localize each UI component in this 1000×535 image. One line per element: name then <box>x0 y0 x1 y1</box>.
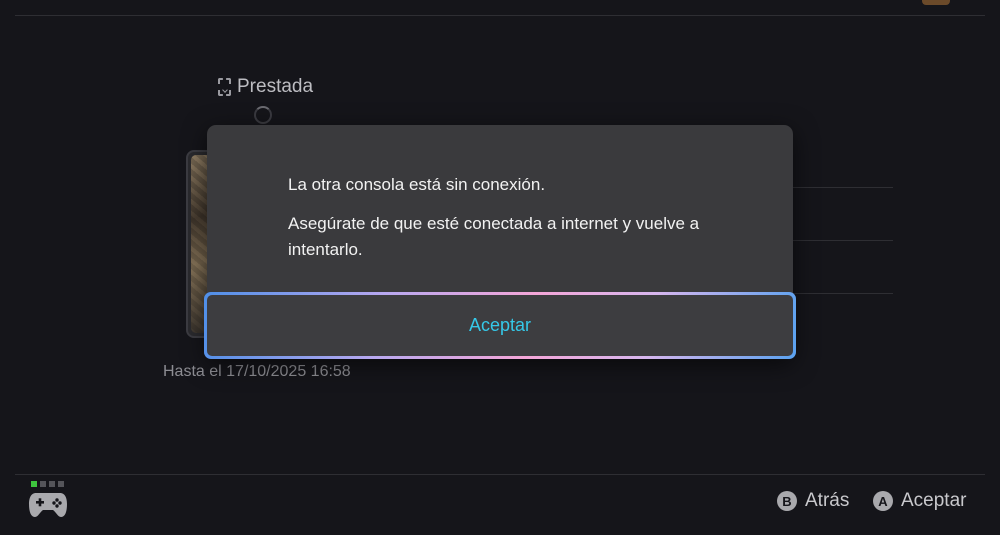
controller-icon <box>29 493 67 517</box>
player-dot-4 <box>58 481 64 487</box>
user-avatar[interactable] <box>922 0 950 5</box>
dialog-accept-button-surface: Aceptar <box>207 295 793 356</box>
loan-tag-icon <box>218 78 231 96</box>
controller-status[interactable] <box>28 481 68 523</box>
list-divider <box>792 240 893 241</box>
back-hint-label: Atrás <box>805 490 850 511</box>
dialog-accept-button[interactable]: Aceptar <box>204 292 796 359</box>
accept-hint[interactable]: A Aceptar <box>873 490 966 512</box>
player-indicator <box>31 481 68 487</box>
dialog-accept-label: Aceptar <box>468 315 532 335</box>
a-button-icon: A <box>873 491 893 511</box>
loan-status-label: Prestada <box>237 76 314 97</box>
player-dot-2 <box>40 481 46 487</box>
dialog-message: Asegúrate de que esté conectada a intern… <box>288 214 700 259</box>
dialog-title: La otra consola está sin conexión. <box>288 175 546 194</box>
back-hint[interactable]: B Atrás <box>777 490 849 512</box>
list-divider <box>792 187 893 188</box>
loan-status: Prestada <box>218 76 313 98</box>
player-dot-3 <box>49 481 55 487</box>
accept-hint-label: Aceptar <box>901 490 967 511</box>
loading-spinner-icon <box>254 106 272 124</box>
loan-expiry-text: Hasta el 17/10/2025 16:58 <box>163 363 351 380</box>
top-divider <box>15 15 985 16</box>
b-button-icon: B <box>777 491 797 511</box>
list-divider <box>792 293 893 294</box>
player-dot-1 <box>31 481 37 487</box>
bottom-divider <box>15 474 985 475</box>
